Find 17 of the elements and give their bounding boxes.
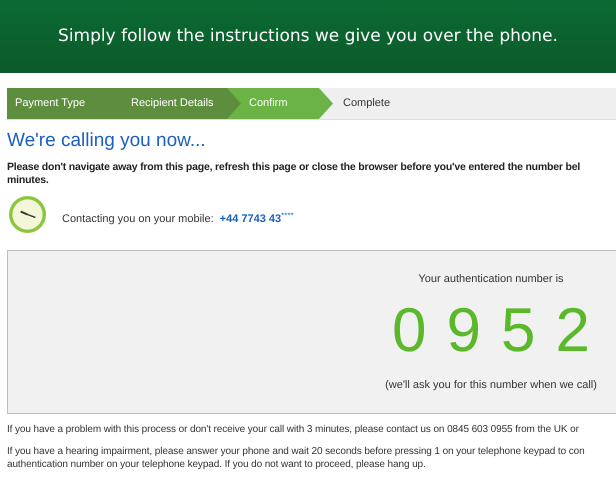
help-text: authentication number on your telephone keypad. If you do not want to proceed, please hang up. [7, 458, 427, 471]
warning-text: minutes. [7, 174, 50, 187]
warning-text: Please don't navigate away from this page, refresh this page or close the browser before you've entered the number bel [7, 160, 582, 174]
contact-label: Contacting you on your mobile: [62, 212, 214, 226]
authentication-note: (we'll ask you for this number when we call) [385, 378, 597, 394]
authentication-digit: 2 [555, 300, 590, 362]
banner-text: Simply follow the instructions we give you over the phone. [58, 24, 558, 48]
authentication-digit: 5 [501, 300, 536, 362]
clock-icon [8, 195, 47, 234]
progress-step: Recipient Details [105, 88, 241, 119]
authentication-label: Your authentication number is [418, 272, 564, 287]
authentication-digit: 9 [446, 300, 481, 362]
help-text: If you have a problem with this process or don't receive your call with 3 minutes, please contact us on 0845 603 0955 from the UK or [7, 422, 580, 436]
phone-number: +44 7743 43$^{****}$ [220, 210, 294, 226]
authentication-digit: 0 [392, 300, 427, 362]
page-heading: We're calling you now... [7, 129, 207, 153]
help-text: If you have a hearing impairment, please answer your phone and wait 20 seconds before pressing 1 on your telephone keypad to con [7, 444, 586, 458]
